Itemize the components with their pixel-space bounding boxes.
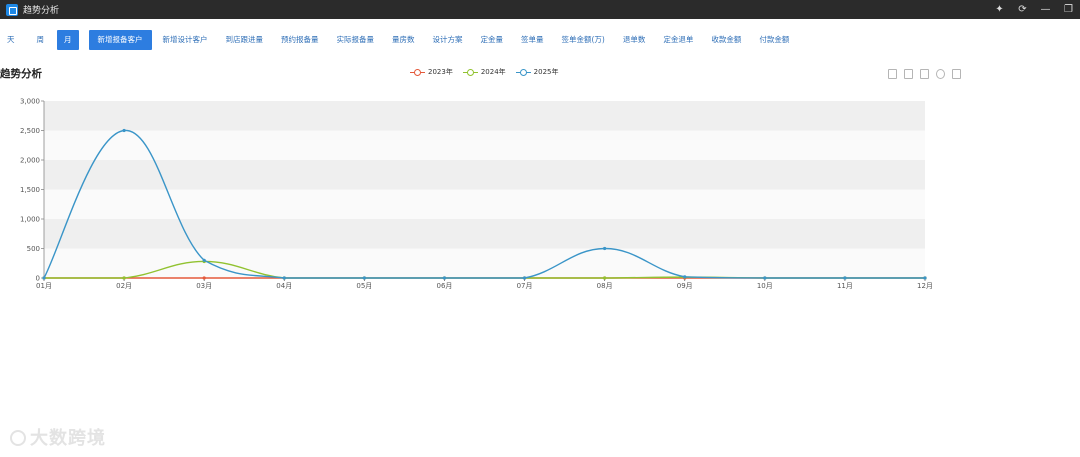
y-tick-label: 2,000 bbox=[20, 157, 40, 165]
legend-label-2023: 2023年 bbox=[428, 68, 453, 76]
metric-tab-signed-amount[interactable]: 签单金额(万) bbox=[555, 30, 612, 50]
grid-band bbox=[44, 160, 925, 190]
chart-legend: 2023年 2024年 2025年 bbox=[410, 67, 558, 77]
metric-tab-signed-orders[interactable]: 签单量 bbox=[514, 30, 551, 50]
x-tick-label: 08月 bbox=[597, 282, 613, 290]
x-tick-label: 02月 bbox=[116, 282, 132, 290]
watermark-logo-icon bbox=[10, 430, 26, 446]
grid-band bbox=[44, 219, 925, 249]
watermark-text: 大数跨境 bbox=[30, 428, 106, 449]
data-point-2023年-03月 bbox=[202, 276, 206, 280]
data-point-2024年-02月 bbox=[122, 276, 126, 280]
metric-tab-measurements[interactable]: 量房数 bbox=[385, 30, 422, 50]
grid-band bbox=[44, 101, 925, 131]
legend-label-2024: 2024年 bbox=[480, 68, 506, 76]
y-tick-label: 500 bbox=[27, 245, 40, 253]
metric-tab-booked-reports[interactable]: 预约报备量 bbox=[274, 30, 326, 50]
metric-tab-actual-reports[interactable]: 实际报备量 bbox=[330, 30, 382, 50]
y-tick-label: 3,000 bbox=[20, 98, 40, 106]
grid-band bbox=[44, 248, 925, 278]
filter-nav: 天 周 月 新增报备客户 新增设计客户 到店跟进量 预约报备量 实际报备量 量房… bbox=[0, 29, 1080, 51]
minimize-icon[interactable]: — bbox=[1040, 4, 1051, 15]
x-tick-label: 11月 bbox=[837, 282, 853, 290]
bar-chart-icon[interactable] bbox=[920, 69, 929, 79]
metric-tab-refunds[interactable]: 退单数 bbox=[616, 30, 653, 50]
metric-tab-payments[interactable]: 付款金额 bbox=[752, 30, 796, 50]
legend-item-2024[interactable]: 2024年 bbox=[462, 67, 506, 77]
x-tick-label: 07月 bbox=[517, 282, 533, 290]
x-tick-label: 03月 bbox=[196, 282, 212, 290]
x-tick-label: 12月 bbox=[917, 282, 933, 290]
legend-marker-2025 bbox=[515, 68, 531, 76]
tab-day[interactable]: 天 bbox=[0, 30, 22, 50]
data-point-2025年-11月 bbox=[843, 276, 847, 280]
download-icon[interactable] bbox=[952, 69, 961, 79]
window-controls: ✦ ⟳ — ❐ bbox=[994, 0, 1074, 19]
metric-tab-new-design-customers[interactable]: 新增设计客户 bbox=[156, 30, 215, 50]
window-titlebar: 趋势分析 ✦ ⟳ — ❐ bbox=[0, 0, 1080, 19]
tab-month[interactable]: 月 bbox=[57, 30, 79, 50]
data-point-2025年-07月 bbox=[522, 276, 527, 280]
y-tick-label: 2,500 bbox=[20, 127, 40, 135]
metric-tab-deposit-refunds[interactable]: 定金退单 bbox=[656, 30, 700, 50]
app-logo-icon bbox=[6, 3, 18, 16]
watermark: 大数跨境 bbox=[10, 424, 106, 450]
data-point-2025年-08月 bbox=[603, 246, 607, 251]
data-view-icon[interactable] bbox=[888, 69, 897, 79]
legend-item-2025[interactable]: 2025年 bbox=[515, 67, 559, 77]
x-tick-label: 04月 bbox=[276, 282, 292, 290]
restore-icon[interactable]: ❐ bbox=[1063, 4, 1074, 15]
legend-label-2025: 2025年 bbox=[533, 68, 559, 76]
chart-title: 趋势分析 bbox=[0, 68, 42, 80]
tab-week[interactable]: 周 bbox=[30, 30, 52, 50]
window-title: 趋势分析 bbox=[23, 6, 60, 16]
x-tick-label: 05月 bbox=[356, 282, 372, 290]
data-point-2025年-01月 bbox=[42, 276, 46, 280]
chart-toolbox bbox=[888, 69, 961, 79]
refresh-icon[interactable]: ⟳ bbox=[1017, 4, 1028, 15]
data-point-2024年-08月 bbox=[603, 276, 607, 280]
data-point-2025年-06月 bbox=[442, 276, 447, 280]
metric-tab-design-plans[interactable]: 设计方案 bbox=[426, 30, 470, 50]
data-point-2025年-10月 bbox=[763, 276, 767, 280]
grid-band bbox=[44, 189, 925, 219]
x-tick-label: 06月 bbox=[436, 282, 452, 290]
data-point-2025年-05月 bbox=[362, 276, 366, 280]
metric-tab-deposits[interactable]: 定金量 bbox=[474, 30, 511, 50]
metric-tab-store-followup[interactable]: 到店跟进量 bbox=[219, 30, 271, 50]
data-point-2025年-09月 bbox=[683, 275, 687, 279]
data-point-2025年-02月 bbox=[122, 128, 126, 133]
data-point-2025年-12月 bbox=[923, 276, 927, 280]
restore-chart-icon[interactable] bbox=[936, 69, 945, 79]
legend-marker-2023 bbox=[410, 68, 425, 76]
y-tick-label: 1,500 bbox=[20, 186, 40, 194]
data-point-2025年-04月 bbox=[282, 276, 286, 280]
trend-line-chart: 05001,0001,5002,0002,5003,00001月 02月 03月 04… bbox=[20, 98, 933, 291]
legend-marker-2024 bbox=[462, 68, 478, 76]
metric-tab-receipts[interactable]: 收款金额 bbox=[704, 30, 748, 50]
metric-tab-new-report-customers[interactable]: 新增报备客户 bbox=[88, 30, 152, 50]
x-tick-label: 10月 bbox=[757, 282, 773, 290]
y-tick-label: 1,000 bbox=[20, 216, 40, 224]
x-tick-label: 01月 bbox=[36, 282, 52, 290]
pin-icon[interactable]: ✦ bbox=[994, 4, 1005, 15]
x-tick-label: 09月 bbox=[677, 282, 693, 290]
data-point-2025年-03月 bbox=[202, 258, 206, 262]
grid-band bbox=[44, 130, 925, 160]
line-chart-icon[interactable] bbox=[904, 69, 913, 79]
legend-item-2023[interactable]: 2023年 bbox=[410, 67, 453, 77]
